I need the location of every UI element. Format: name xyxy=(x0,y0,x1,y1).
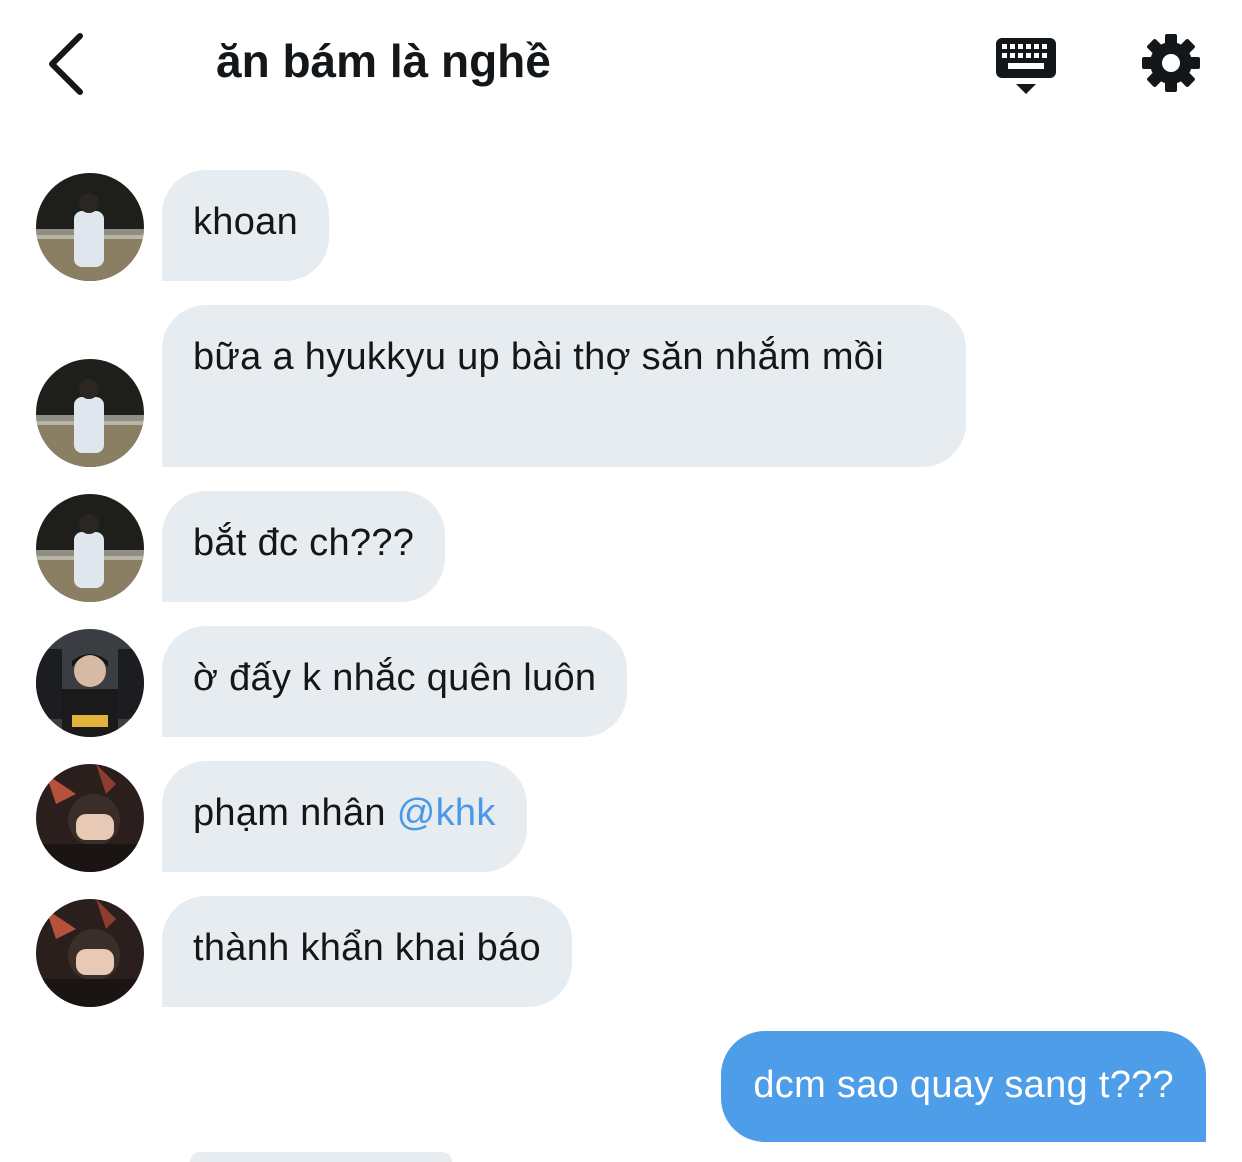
message-text: khoan xyxy=(193,201,299,243)
message-text: ờ đấy k nhắc quên luôn xyxy=(193,657,597,699)
message-text: bắt đc ch??? xyxy=(193,522,415,564)
avatar-photo-icon xyxy=(36,173,144,281)
incoming-message-bubble[interactable]: ờ đấy k nhắc quên luôn xyxy=(162,626,628,737)
message-text: thành khẩn khai báo xyxy=(193,927,541,969)
incoming-message-bubble[interactable]: bắt đc ch??? xyxy=(162,491,446,602)
message-text: bữa a hyukkyu up bài thợ săn nhắm mồi xyxy=(193,336,884,378)
conversation-title: ăn bám là nghề xyxy=(216,35,551,87)
avatar[interactable] xyxy=(36,764,144,872)
avatar-photo-icon xyxy=(36,629,144,737)
message-text: phạm nhân xyxy=(193,792,397,834)
avatar[interactable] xyxy=(36,899,144,1007)
settings-button[interactable] xyxy=(1138,30,1204,96)
chevron-left-icon xyxy=(49,33,83,95)
keyboard-button[interactable] xyxy=(992,36,1060,98)
outgoing-message-bubble[interactable]: dcm sao quay sang t??? xyxy=(721,1031,1206,1142)
avatar-photo-icon xyxy=(36,764,144,872)
avatar-photo-icon xyxy=(36,494,144,602)
avatar[interactable] xyxy=(36,629,144,737)
avatar[interactable] xyxy=(36,494,144,602)
incoming-message-bubble[interactable]: thành khẩn khai báo xyxy=(162,896,572,1007)
avatar[interactable] xyxy=(36,173,144,281)
gear-icon xyxy=(1142,34,1200,92)
incoming-message-bubble[interactable]: phạm nhân @khk xyxy=(162,761,527,872)
chat-header: ăn bám là nghề xyxy=(0,0,1242,125)
incoming-message-bubble[interactable]: bữa a hyukkyu up bài thợ săn nhắm mồi xyxy=(162,305,966,467)
avatar-photo-icon xyxy=(36,359,144,467)
avatar[interactable] xyxy=(36,359,144,467)
user-mention-link[interactable]: @khk xyxy=(397,792,496,834)
avatar-photo-icon xyxy=(36,899,144,1007)
back-button[interactable] xyxy=(40,28,100,98)
message-text: dcm sao quay sang t??? xyxy=(753,1064,1174,1106)
incoming-message-bubble-partial xyxy=(190,1152,452,1162)
incoming-message-bubble[interactable]: khoan xyxy=(162,170,330,281)
keyboard-icon xyxy=(996,38,1056,94)
